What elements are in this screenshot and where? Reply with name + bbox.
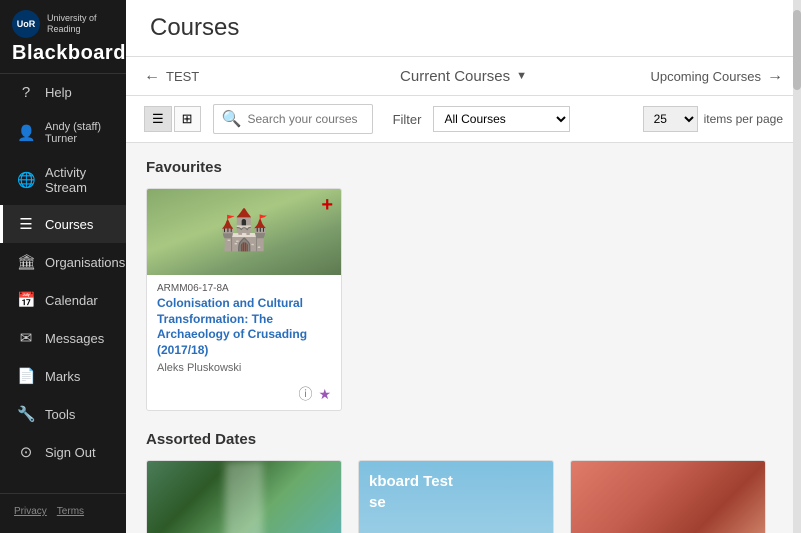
sidebar-item-organisations[interactable]: 🏛 Organisations xyxy=(0,243,126,281)
messages-icon: ✉ xyxy=(17,329,35,347)
nav-center-label: Current Courses xyxy=(400,68,510,85)
favourites-cards: + ARMM06-17-8A Colonisation and Cultural… xyxy=(146,188,781,411)
sidebar-item-marks-label: Marks xyxy=(45,369,80,384)
sidebar-item-help-label: Help xyxy=(45,85,72,100)
sidebar-item-courses-label: Courses xyxy=(45,217,93,232)
filter-select[interactable]: All Courses Current Courses Upcoming Cou… xyxy=(433,106,570,132)
card-footer: ⓘ ★ xyxy=(147,380,341,410)
course-card-nm909280[interactable]: kboard Testse RDDEV_nm909280_Q22019_03 A… xyxy=(358,460,554,533)
university-logo-text: University of Reading xyxy=(47,13,97,35)
scrollbar-thumb[interactable] xyxy=(793,10,801,90)
toolbar: ☰ ⊞ 🔍 Filter All Courses Current Courses… xyxy=(126,96,801,143)
card-instructor: Aleks Pluskowski xyxy=(157,362,331,374)
search-icon: 🔍 xyxy=(222,109,242,129)
search-input[interactable] xyxy=(247,112,367,126)
course-card-q2cu5[interactable]: 2017q2cu5_test01 2017 Q2 CU5 Test course… xyxy=(146,460,342,533)
page-title: Courses xyxy=(150,14,777,42)
courses-icon: ☰ xyxy=(17,215,35,233)
course-card-ultra-at1[interactable]: RDDEV_ULTRA_AT1 AT Ultra Course 1 Andy (… xyxy=(570,460,766,533)
add-button[interactable]: + xyxy=(321,195,333,215)
sidebar-item-calendar[interactable]: 📅 Calendar xyxy=(0,281,126,319)
card-overlay-text: kboard Testse xyxy=(369,471,453,513)
per-page-label: items per page xyxy=(704,112,783,126)
card-title: Colonisation and Cultural Transformation… xyxy=(157,296,331,358)
nav-next-label: Upcoming Courses xyxy=(650,69,761,84)
card-image-castle: + xyxy=(147,189,341,275)
nav-bar: ← TEST Current Courses ▼ Upcoming Course… xyxy=(126,57,801,96)
help-icon: ? xyxy=(17,84,35,101)
main-content: Courses ← TEST Current Courses ▼ Upcomin… xyxy=(126,0,801,533)
university-logo: UoR University of Reading xyxy=(12,10,114,38)
star-filled-icon[interactable]: ★ xyxy=(318,386,331,403)
activity-icon: 🌐 xyxy=(17,171,35,189)
card-actions: ⓘ ★ xyxy=(298,384,331,404)
per-page-control: 25 50 100 items per page xyxy=(643,106,783,132)
nav-next[interactable]: Upcoming Courses → xyxy=(570,67,783,85)
card-body: ARMM06-17-8A Colonisation and Cultural T… xyxy=(147,275,341,380)
sidebar-item-courses[interactable]: ☰ Courses xyxy=(0,205,126,243)
grid-view-button[interactable]: ⊞ xyxy=(174,106,201,132)
sidebar-item-tools[interactable]: 🔧 Tools xyxy=(0,395,126,433)
sidebar-item-tools-label: Tools xyxy=(45,407,75,422)
tools-icon: 🔧 xyxy=(17,405,35,423)
footer-links: Privacy Terms xyxy=(0,502,126,525)
filter-label: Filter xyxy=(393,112,422,127)
sidebar-item-organisations-label: Organisations xyxy=(45,255,125,270)
sidebar-item-marks[interactable]: 📄 Marks xyxy=(0,357,126,395)
privacy-link[interactable]: Privacy xyxy=(14,506,47,517)
sidebar-item-help[interactable]: ? Help xyxy=(0,74,126,111)
sidebar: UoR University of Reading Blackboard ? H… xyxy=(0,0,126,533)
assorted-dates-cards: 2017q2cu5_test01 2017 Q2 CU5 Test course… xyxy=(146,460,781,533)
nav-back[interactable]: ← TEST xyxy=(144,67,357,85)
user-icon: 👤 xyxy=(17,124,35,142)
next-arrow-icon: → xyxy=(767,67,783,85)
view-toggle: ☰ ⊞ xyxy=(144,106,201,132)
card-image-rock xyxy=(571,461,765,533)
scrollbar-track xyxy=(793,0,801,533)
blackboard-brand: Blackboard xyxy=(12,42,114,65)
sidebar-item-signout-label: Sign Out xyxy=(45,445,96,460)
sidebar-footer: Privacy Terms xyxy=(0,493,126,533)
back-arrow-icon: ← xyxy=(144,67,160,85)
nav-center[interactable]: Current Courses ▼ xyxy=(357,68,570,85)
sidebar-item-activity[interactable]: 🌐 Activity Stream xyxy=(0,155,126,205)
calendar-icon: 📅 xyxy=(17,291,35,309)
per-page-select[interactable]: 25 50 100 xyxy=(643,106,698,132)
sidebar-item-signout[interactable]: ⊙ Sign Out xyxy=(0,433,126,471)
card-image-waterfall xyxy=(147,461,341,533)
sidebar-header: UoR University of Reading Blackboard xyxy=(0,0,126,74)
sidebar-item-messages[interactable]: ✉ Messages xyxy=(0,319,126,357)
favourites-section-title: Favourites xyxy=(146,159,781,176)
course-card-armm[interactable]: + ARMM06-17-8A Colonisation and Cultural… xyxy=(146,188,342,411)
organisations-icon: 🏛 xyxy=(17,253,35,271)
terms-link[interactable]: Terms xyxy=(57,506,84,517)
nav-dropdown-icon: ▼ xyxy=(516,70,527,82)
list-view-button[interactable]: ☰ xyxy=(144,106,172,132)
sidebar-item-user[interactable]: 👤 Andy (staff) Turner xyxy=(0,111,126,155)
card-code: ARMM06-17-8A xyxy=(157,283,331,294)
assorted-dates-section-title: Assorted Dates xyxy=(146,431,781,448)
sidebar-item-messages-label: Messages xyxy=(45,331,104,346)
nav-back-label: TEST xyxy=(166,69,199,84)
info-icon[interactable]: ⓘ xyxy=(298,384,312,404)
sidebar-item-activity-label: Activity Stream xyxy=(45,165,112,195)
sidebar-item-calendar-label: Calendar xyxy=(45,293,98,308)
signout-icon: ⊙ xyxy=(17,443,35,461)
sidebar-nav: ? Help 👤 Andy (staff) Turner 🌐 Activity … xyxy=(0,74,126,493)
sidebar-item-user-label: Andy (staff) Turner xyxy=(45,121,112,145)
marks-icon: 📄 xyxy=(17,367,35,385)
main-header: Courses xyxy=(126,0,801,57)
card-image-sky: kboard Testse xyxy=(359,461,553,533)
university-logo-icon: UoR xyxy=(12,10,40,38)
course-content: Favourites + ARMM06-17-8A Colonisation a… xyxy=(126,143,801,533)
search-box[interactable]: 🔍 xyxy=(213,104,373,134)
